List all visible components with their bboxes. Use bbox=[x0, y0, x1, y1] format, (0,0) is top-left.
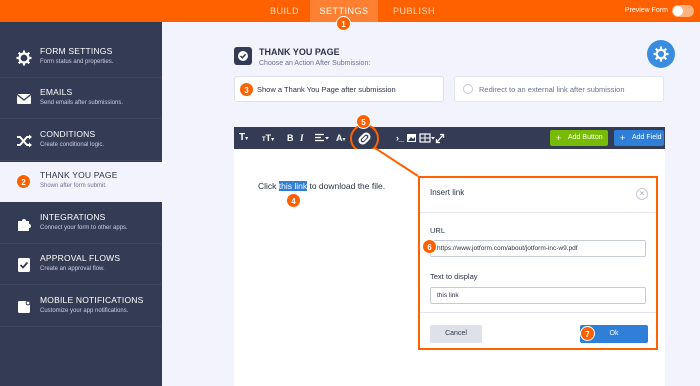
step-badge-7: 7 bbox=[580, 326, 595, 341]
close-icon[interactable]: × bbox=[636, 188, 648, 200]
insert-link-dialog: Insert link × URL https://www.jotform.co… bbox=[418, 176, 658, 350]
dialog-title: Insert link bbox=[430, 188, 465, 197]
divider bbox=[420, 312, 656, 313]
url-input[interactable]: https://www.jotform.com/about/jotform-in… bbox=[430, 240, 646, 257]
divider bbox=[420, 212, 656, 213]
text-to-display-label: Text to display bbox=[430, 272, 478, 281]
url-label: URL bbox=[430, 226, 446, 235]
step-badge-6: 6 bbox=[422, 239, 437, 254]
cancel-button[interactable]: Cancel bbox=[430, 325, 482, 343]
text-to-display-input[interactable]: this link bbox=[430, 287, 646, 304]
